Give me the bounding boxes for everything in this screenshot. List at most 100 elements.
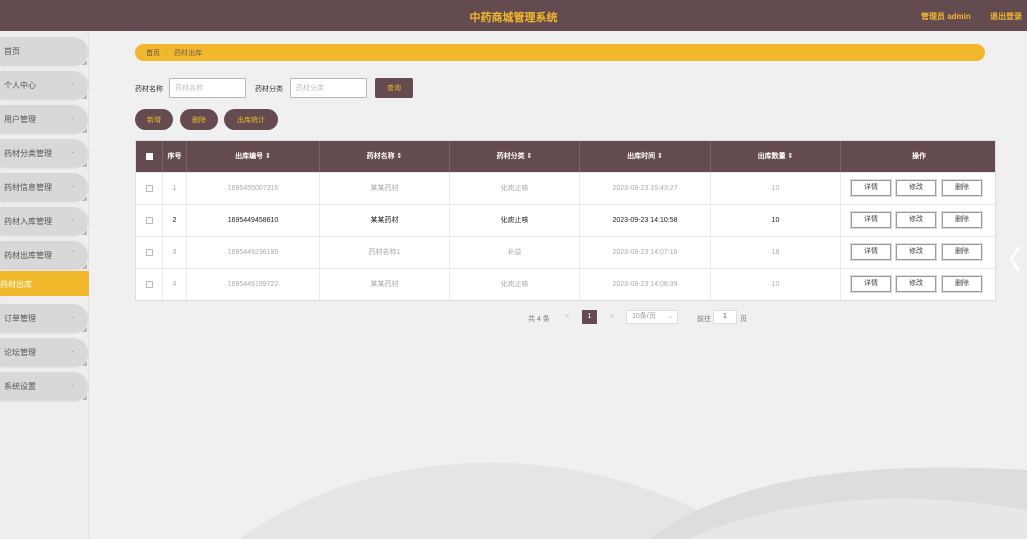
table-row: 2 1695449458610 某某药材 化痰止咳 2023-09-23 14:…	[136, 204, 995, 236]
detail-button[interactable]: 详情	[851, 180, 891, 196]
top-bar: 中药商城管理系统 管理员 admin 退出登录	[0, 0, 1027, 31]
row-category: 化痰止咳	[450, 173, 580, 204]
edit-button[interactable]: 修改	[896, 276, 936, 292]
sidebar-item-label: 系统设置	[4, 382, 36, 391]
category-filter-input[interactable]	[290, 78, 367, 98]
row-qty: 10	[711, 205, 841, 236]
pagination-total: 共 4 条	[528, 316, 550, 323]
sidebar-item-settings[interactable]: 系统设置 ⌄	[0, 372, 87, 400]
row-checkbox-cell	[136, 269, 163, 300]
stats-button[interactable]: 出库统计	[224, 109, 278, 130]
chevron-down-icon: ⌄	[69, 382, 75, 388]
sidebar-item-home[interactable]: 首页	[0, 37, 87, 65]
sidebar-item-label: 用户管理	[4, 115, 36, 124]
sidebar-item-forum[interactable]: 论坛管理 ⌄	[0, 338, 87, 366]
row-checkbox-cell	[136, 173, 163, 204]
detail-button[interactable]: 详情	[851, 276, 891, 292]
chevron-down-icon: ⌄	[69, 115, 75, 121]
row-delete-button[interactable]: 删除	[942, 276, 982, 292]
sidebar-item-users[interactable]: 用户管理 ⌄	[0, 105, 87, 133]
app-title: 中药商城管理系统	[469, 12, 558, 24]
select-all-checkbox[interactable]	[145, 152, 153, 160]
detail-button[interactable]: 详情	[851, 244, 891, 260]
detail-button[interactable]: 详情	[851, 212, 891, 228]
row-index: 2	[163, 205, 187, 236]
breadcrumb-current: 药材出库	[174, 50, 202, 57]
sidebar-item-label: 药材入库管理	[4, 217, 52, 226]
corner-decoration	[82, 327, 87, 332]
row-time: 2023-09-23 14:07:16	[580, 237, 711, 268]
row-checkbox[interactable]	[145, 280, 153, 288]
row-name: 某某药材	[320, 173, 450, 204]
row-qty: 10	[711, 269, 841, 300]
sidebar-item-profile[interactable]: 个人中心 ⌄	[0, 71, 87, 99]
sidebar-item-info[interactable]: 药材信息管理 ⌄	[0, 173, 87, 201]
sidebar-item-label: 个人中心	[4, 81, 36, 90]
column-header-qty[interactable]: 出库数量 ⇕	[711, 141, 841, 172]
prev-page-button[interactable]: <	[559, 310, 575, 324]
chevron-up-icon: ⌃	[69, 251, 75, 257]
row-code: 1695455007316	[187, 173, 320, 204]
add-button[interactable]: 新增	[135, 109, 173, 130]
row-name: 某某药材	[320, 205, 450, 236]
query-button[interactable]: 查询	[375, 78, 413, 98]
row-checkbox[interactable]	[145, 184, 153, 192]
row-category: 补益	[450, 237, 580, 268]
corner-decoration	[82, 128, 87, 133]
row-name: 药材名称1	[320, 237, 450, 268]
stock-out-table: 序号 出库编号 ⇕ 药材名称 ⇕ 药材分类 ⇕ 出库时间 ⇕ 出库数量 ⇕ 操作…	[135, 140, 996, 301]
corner-decoration	[82, 60, 87, 65]
delete-button[interactable]: 删除	[180, 109, 218, 130]
breadcrumb-separator: :	[165, 48, 167, 55]
pagination: 共 4 条 < 1 > 10条/页 ⌄ 前往 1 页	[0, 310, 1027, 326]
row-qty: 18	[711, 237, 841, 268]
admin-label[interactable]: 管理员 admin	[921, 11, 971, 22]
row-code: 1695449236195	[187, 237, 320, 268]
edit-button[interactable]: 修改	[896, 180, 936, 196]
goto-page-input[interactable]: 1	[713, 310, 737, 324]
row-time: 2023-09-23 15:43:27	[580, 173, 711, 204]
row-actions: 详情 修改 删除	[841, 173, 997, 204]
breadcrumb-home[interactable]: 首页	[146, 48, 160, 58]
row-actions: 详情 修改 删除	[841, 237, 997, 268]
row-delete-button[interactable]: 删除	[942, 244, 982, 260]
sidebar-item-label: 药材出库	[0, 280, 32, 289]
breadcrumb: 首页 : 药材出库	[135, 44, 985, 61]
logout-link[interactable]: 退出登录	[990, 11, 1022, 22]
row-time: 2023-09-23 14:06:39	[580, 269, 711, 300]
row-category: 化痰止咳	[450, 269, 580, 300]
row-checkbox-cell	[136, 237, 163, 268]
row-checkbox[interactable]	[145, 216, 153, 224]
row-category: 化痰止咳	[450, 205, 580, 236]
row-actions: 详情 修改 删除	[841, 269, 997, 300]
sidebar-item-stock-out-manage[interactable]: 药材出库管理 ⌃	[0, 241, 87, 269]
column-header-name[interactable]: 药材名称 ⇕	[320, 141, 450, 172]
row-index: 3	[163, 237, 187, 268]
goto-label: 前往	[697, 316, 711, 323]
sidebar-item-stock-in[interactable]: 药材入库管理 ⌄	[0, 207, 87, 235]
chevron-down-icon: ⌄	[667, 314, 673, 320]
corner-decoration	[82, 230, 87, 235]
current-page-button[interactable]: 1	[582, 310, 597, 324]
column-header-time[interactable]: 出库时间 ⇕	[580, 141, 711, 172]
sidebar-item-category[interactable]: 药材分类管理 ⌄	[0, 139, 87, 167]
column-header-category[interactable]: 药材分类 ⇕	[450, 141, 580, 172]
chevron-left-icon[interactable]	[1008, 244, 1022, 274]
table-row: 3 1695449236195 药材名称1 补益 2023-09-23 14:0…	[136, 236, 995, 268]
edit-button[interactable]: 修改	[896, 212, 936, 228]
page-size-select[interactable]: 10条/页 ⌄	[626, 310, 678, 324]
column-header-code[interactable]: 出库编号 ⇕	[187, 141, 320, 172]
edit-button[interactable]: 修改	[896, 244, 936, 260]
row-checkbox[interactable]	[145, 248, 153, 256]
table-row: 1 1695455007316 某某药材 化痰止咳 2023-09-23 15:…	[136, 172, 995, 204]
row-code: 1695449458610	[187, 205, 320, 236]
row-delete-button[interactable]: 删除	[942, 212, 982, 228]
next-page-button[interactable]: >	[604, 310, 620, 324]
sidebar-item-label: 首页	[4, 47, 20, 56]
column-header-actions: 操作	[912, 153, 926, 160]
name-filter-input[interactable]	[169, 78, 246, 98]
sidebar-item-label: 药材信息管理	[4, 183, 52, 192]
page-size-value: 10条/页	[632, 313, 656, 320]
sidebar-subitem-stock-out[interactable]: 药材出库	[0, 271, 89, 296]
row-delete-button[interactable]: 删除	[942, 180, 982, 196]
